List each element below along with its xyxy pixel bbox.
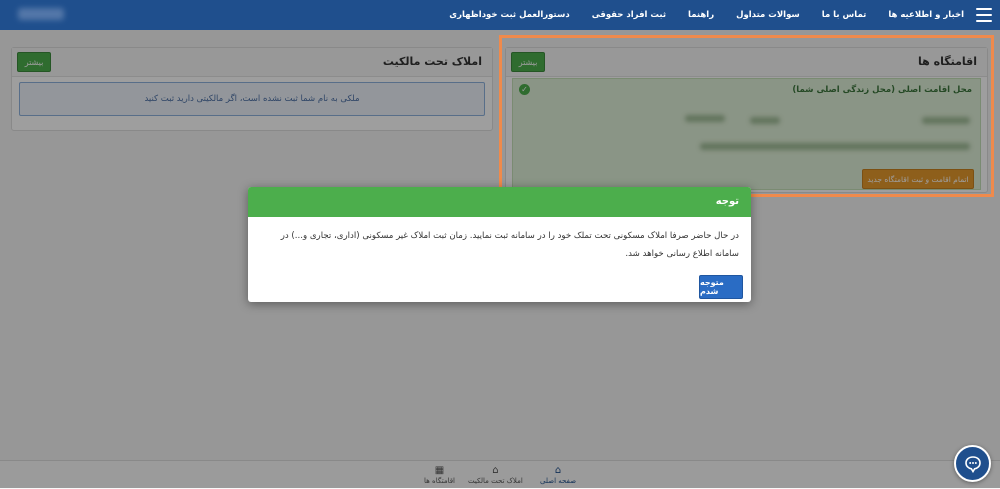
modal-title: توجه — [715, 196, 739, 207]
modal-header: توجه — [248, 187, 751, 217]
nav-link-contact[interactable]: تماس با ما — [822, 10, 867, 20]
chat-bubble-icon — [964, 455, 981, 473]
nav-links: اخبار و اطلاعیه ها تماس با ما سوالات متد… — [449, 10, 964, 20]
nav-link-news[interactable]: اخبار و اطلاعیه ها — [888, 10, 964, 20]
nav-link-guide[interactable]: راهنما — [688, 10, 714, 20]
nav-link-legal-entities[interactable]: ثبت افراد حقوقی — [592, 10, 666, 20]
notice-modal: توجه در حال حاضر صرفا املاک مسکونی تحت ت… — [248, 187, 751, 302]
modal-backdrop-bottom — [0, 460, 1000, 488]
understood-button[interactable]: متوجه شدم — [699, 275, 743, 299]
modal-body-text: در حال حاضر صرفا املاک مسکونی تحت تملک خ… — [280, 231, 739, 259]
support-chat-button[interactable] — [954, 445, 991, 482]
top-navbar: اخبار و اطلاعیه ها تماس با ما سوالات متد… — [0, 0, 1000, 30]
brand-logo — [18, 8, 64, 20]
nav-link-self-declaration-guide[interactable]: دستورالعمل ثبت خوداظهاری — [449, 10, 569, 20]
nav-link-faq[interactable]: سوالات متداول — [736, 10, 800, 20]
hamburger-icon[interactable] — [976, 8, 992, 22]
